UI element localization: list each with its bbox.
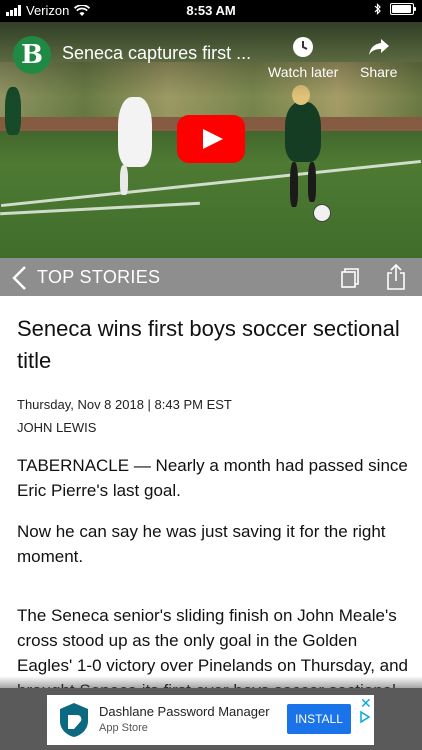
watch-later-label: Watch later [268,64,339,80]
back-chevron-icon[interactable] [10,265,28,291]
channel-logo-letter: B [21,40,43,70]
section-title[interactable]: TOP STORIES [37,267,160,288]
section-header: TOP STORIES [0,258,422,296]
article-author[interactable]: JOHN LEWIS [17,420,409,435]
player-figure [120,165,128,195]
share-arrow-icon [368,39,389,55]
status-bar: Verizon 8:53 AM [0,0,422,22]
soccer-ball [313,204,331,222]
field-line [0,159,422,208]
ad-app-name: Dashlane Password Manager [99,704,270,719]
play-button[interactable] [177,115,245,163]
video-player[interactable]: B Seneca captures first ... Watch later … [0,22,422,258]
clock-icon [293,37,314,57]
article-dateline: Thursday, Nov 8 2018 | 8:43 PM EST [17,397,232,412]
player-figure [285,102,321,162]
video-share-label: Share [360,64,398,80]
copy-icon[interactable] [340,265,362,289]
status-right [374,3,416,15]
dashlane-logo-icon [60,703,88,737]
ad-banner[interactable]: Dashlane Password Manager App Store INST… [47,695,374,745]
article-paragraph: TABERNACLE — Nearly a month had passed s… [17,456,408,500]
share-icon[interactable] [386,263,406,291]
battery-icon [390,3,416,15]
channel-logo[interactable]: B [13,36,51,74]
player-figure [290,162,298,207]
video-share-button[interactable]: Share [360,36,397,80]
player-figure [118,97,152,167]
article-paragraph: Now he can say he was just saving it for… [17,522,386,566]
video-title[interactable]: Seneca captures first ... [62,43,252,64]
ad-store-label: App Store [99,722,148,734]
article-body: Seneca wins first boys soccer sectional … [17,313,409,728]
adchoices-icon[interactable] [359,710,371,724]
article-headline: Seneca wins first boys soccer sectional … [17,316,400,373]
watch-later-button[interactable]: Watch later [268,36,338,80]
bluetooth-icon [374,3,381,15]
status-time: 8:53 AM [186,3,236,18]
player-figure [308,162,316,202]
install-button[interactable]: INSTALL [287,704,351,734]
